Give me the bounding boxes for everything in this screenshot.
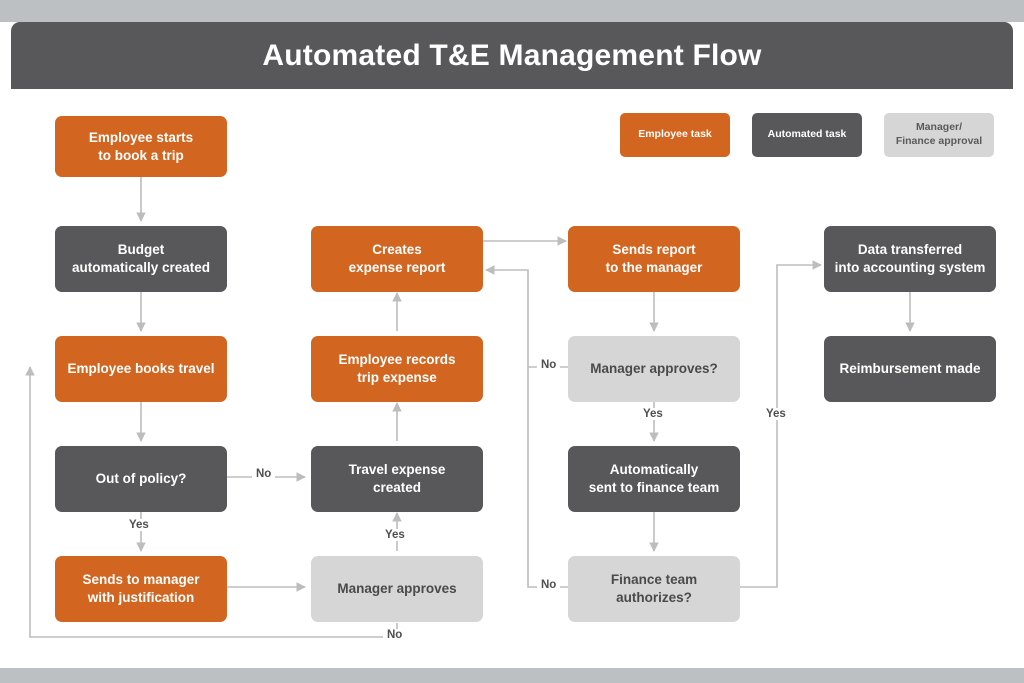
node-line2: trip expense <box>357 370 437 385</box>
node-line1: Manager approves <box>337 581 457 597</box>
legend-label-automated-task: Automated task <box>767 128 847 141</box>
node-line1: Employee books travel <box>67 361 215 377</box>
edge-label-out-of-policy-no: No <box>252 468 276 480</box>
node-data-transferred-into-accounting-system[interactable]: Data transferred into accounting system <box>824 226 996 292</box>
legend-item-employee-task: Employee task <box>620 113 730 157</box>
node-line1: Creates <box>372 242 422 258</box>
legend-item-approval: Manager/ Finance approval <box>884 113 994 157</box>
node-line2: created <box>372 480 421 495</box>
node-line2: expense report <box>348 260 446 275</box>
node-line1: Sends report <box>612 242 696 258</box>
legend-item-automated-task: Automated task <box>752 113 862 157</box>
node-line1: Manager approves? <box>590 361 718 377</box>
node-line1: Finance team <box>610 572 698 588</box>
node-sends-to-manager-with-justification[interactable]: Sends to manager with justification <box>55 556 227 622</box>
node-line2: to the manager <box>605 260 703 275</box>
node-line2: sent to finance team <box>588 480 720 495</box>
wire-finance-authorizes-no-loopback <box>527 367 568 588</box>
node-line2: automatically created <box>71 260 211 275</box>
legend-label-employee-task: Employee task <box>638 128 712 141</box>
node-line2: into accounting system <box>834 260 986 275</box>
edge-label-finance-team-authorizes-no: No <box>537 579 561 591</box>
node-automatically-sent-to-finance-team[interactable]: Automatically sent to finance team <box>568 446 740 512</box>
node-employee-books-travel[interactable]: Employee books travel <box>55 336 227 402</box>
node-line1: Out of policy? <box>95 471 187 487</box>
node-line1: Employee records <box>338 352 456 368</box>
node-employee-records-trip-expense[interactable]: Employee records trip expense <box>311 336 483 402</box>
node-line1: Reimbursement made <box>839 361 981 377</box>
top-accent-band <box>0 0 1024 22</box>
node-creates-expense-report[interactable]: Creates expense report <box>311 226 483 292</box>
wire-manager-approves-q-no-loopback <box>485 265 568 368</box>
node-employee-starts-to-book-a-trip[interactable]: Employee starts to book a trip <box>55 116 227 177</box>
node-line2: authorizes? <box>616 590 692 605</box>
node-out-of-policy[interactable]: Out of policy? <box>55 446 227 512</box>
legend-label-approval-line1: Manager/ <box>915 121 963 134</box>
edge-label-manager-approves-no: No <box>383 629 407 641</box>
edge-label-manager-approves-question-no: No <box>537 359 561 371</box>
node-line1: Data transferred <box>857 242 963 258</box>
edge-label-manager-approves-question-yes: Yes <box>639 408 667 420</box>
edge-label-finance-team-authorizes-yes: Yes <box>762 408 790 420</box>
edge-label-manager-approves-yes: Yes <box>381 529 409 541</box>
node-line2: with justification <box>87 590 195 605</box>
node-finance-team-authorizes[interactable]: Finance team authorizes? <box>568 556 740 622</box>
edge-label-out-of-policy-yes: Yes <box>125 519 153 531</box>
node-line1: Automatically <box>609 462 699 478</box>
node-manager-approves[interactable]: Manager approves <box>311 556 483 622</box>
page-title: Automated T&E Management Flow <box>262 38 762 72</box>
flowchart-canvas: Automated T&E Management Flow Employee t… <box>0 0 1024 683</box>
node-manager-approves-question[interactable]: Manager approves? <box>568 336 740 402</box>
wire-finance-authorizes-yes-to-accounting <box>740 260 822 588</box>
node-line1: Employee starts <box>88 129 194 145</box>
node-sends-report-to-the-manager[interactable]: Sends report to the manager <box>568 226 740 292</box>
node-travel-expense-created[interactable]: Travel expense created <box>311 446 483 512</box>
node-budget-automatically-created[interactable]: Budget automatically created <box>55 226 227 292</box>
node-line1: Budget <box>117 242 165 258</box>
node-line1: Travel expense <box>348 462 446 478</box>
header-bar: Automated T&E Management Flow <box>11 22 1013 89</box>
legend-label-approval-line2: Finance approval <box>895 135 983 147</box>
node-line2: to book a trip <box>98 147 184 163</box>
bottom-accent-band <box>0 668 1024 683</box>
node-line1: Sends to manager <box>82 572 200 588</box>
node-reimbursement-made[interactable]: Reimbursement made <box>824 336 996 402</box>
